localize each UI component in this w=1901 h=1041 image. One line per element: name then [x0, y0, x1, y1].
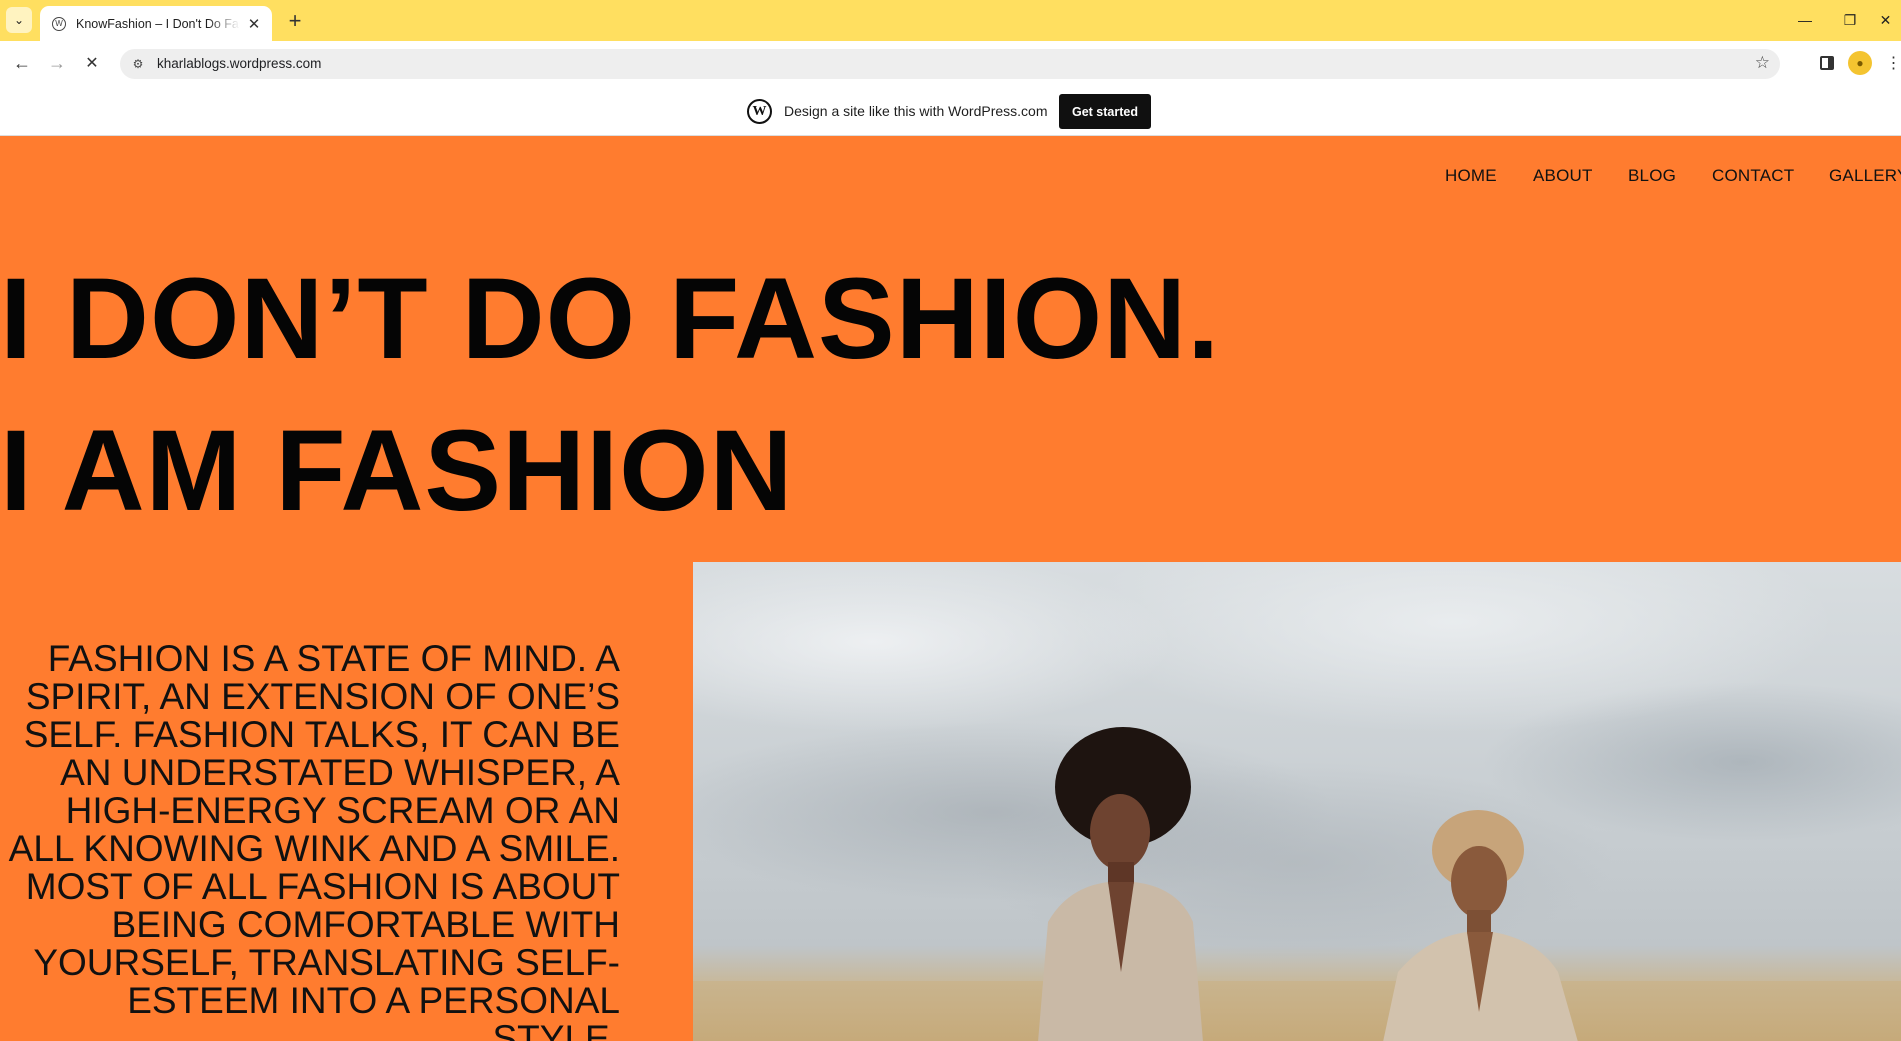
nav-about[interactable]: ABOUT [1533, 166, 1593, 186]
chevron-down-icon[interactable]: ⌄ [6, 7, 32, 33]
wordpress-banner: W Design a site like this with WordPress… [0, 86, 1901, 136]
hero-photo [693, 562, 1901, 1041]
star-icon[interactable]: ☆ [1755, 53, 1770, 73]
model-woman [1383, 810, 1578, 1041]
wordpress-logo-icon[interactable]: W [747, 99, 772, 124]
forward-arrow-icon[interactable]: → [43, 49, 71, 77]
plus-icon[interactable]: + [282, 8, 308, 34]
banner-text[interactable]: Design a site like this with WordPress.c… [784, 103, 1048, 119]
restore-icon[interactable]: ❐ [1830, 6, 1870, 34]
wheat-field [693, 981, 1901, 1041]
wordpress-favicon-icon: W [52, 16, 66, 31]
nav-contact[interactable]: CONTACT [1712, 166, 1794, 186]
hero-heading-line2: I AM FASHION [0, 407, 794, 535]
tab-bar: ⌄ W KnowFashion – I Don't Do Fashion. I … [0, 0, 1901, 41]
nav-home[interactable]: HOME [1445, 166, 1497, 186]
back-arrow-icon[interactable]: ← [8, 49, 36, 77]
get-started-button[interactable]: Get started [1059, 94, 1151, 129]
nav-blog[interactable]: BLOG [1628, 166, 1676, 186]
nav-gallery[interactable]: GALLERY [1829, 166, 1901, 186]
url-text[interactable]: kharlablogs.wordpress.com [157, 56, 321, 71]
model-man [1038, 727, 1203, 1041]
stop-loading-icon[interactable]: ✕ [78, 49, 106, 77]
side-panel-icon[interactable] [1816, 51, 1838, 75]
window-close-icon[interactable]: ✕ [1870, 6, 1901, 34]
address-bar[interactable]: ⚙ kharlablogs.wordpress.com ☆ [120, 49, 1780, 79]
tab-title: KnowFashion – I Don't Do Fashion. I Am F… [76, 16, 240, 31]
browser-toolbar: ← → ✕ ⚙ kharlablogs.wordpress.com ☆ ● ⋮ [0, 41, 1901, 86]
minimize-icon[interactable]: — [1785, 6, 1825, 34]
hero-heading-line1: I DON’T DO FASHION. [0, 255, 1221, 383]
more-vert-icon[interactable]: ⋮ [1886, 51, 1901, 75]
fashion-quote: FASHION IS A STATE OF MIND. A SPIRIT, AN… [8, 638, 620, 1041]
site-navigation: HOME ABOUT BLOG CONTACT GALLERY [0, 166, 1901, 190]
tab-close-icon[interactable]: ✕ [246, 16, 262, 33]
browser-tab[interactable]: W KnowFashion – I Don't Do Fashion. I Am… [40, 6, 272, 41]
tune-icon[interactable]: ⚙ [128, 54, 148, 74]
person-icon[interactable]: ● [1848, 51, 1872, 75]
